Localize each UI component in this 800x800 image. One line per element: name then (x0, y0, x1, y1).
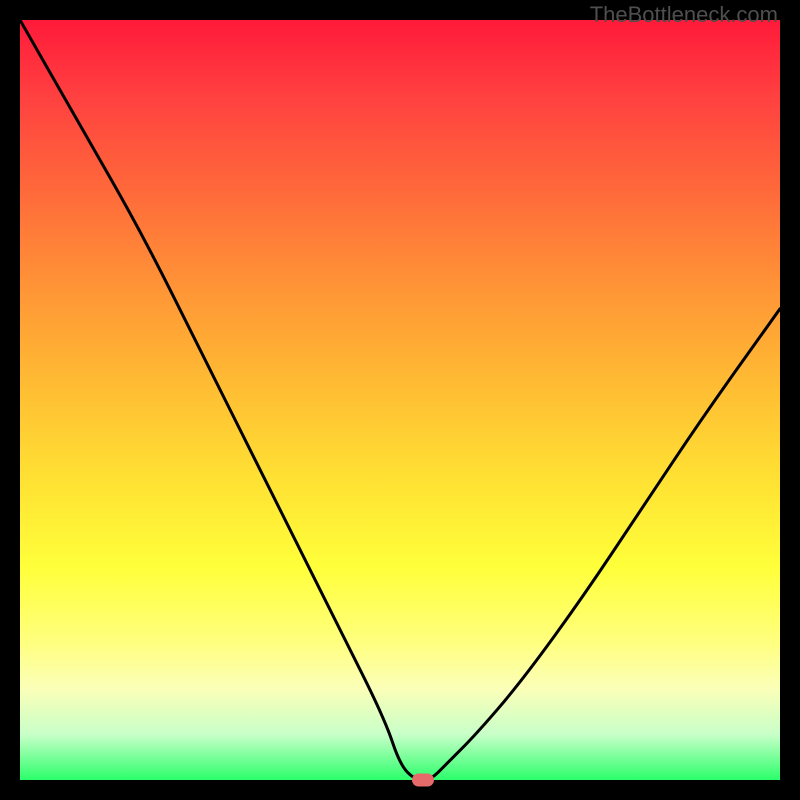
watermark-text: TheBottleneck.com (590, 2, 778, 28)
bottleneck-curve (20, 20, 780, 780)
plot-area (20, 20, 780, 780)
optimal-point-marker (412, 774, 434, 787)
chart-container: TheBottleneck.com (0, 0, 800, 800)
